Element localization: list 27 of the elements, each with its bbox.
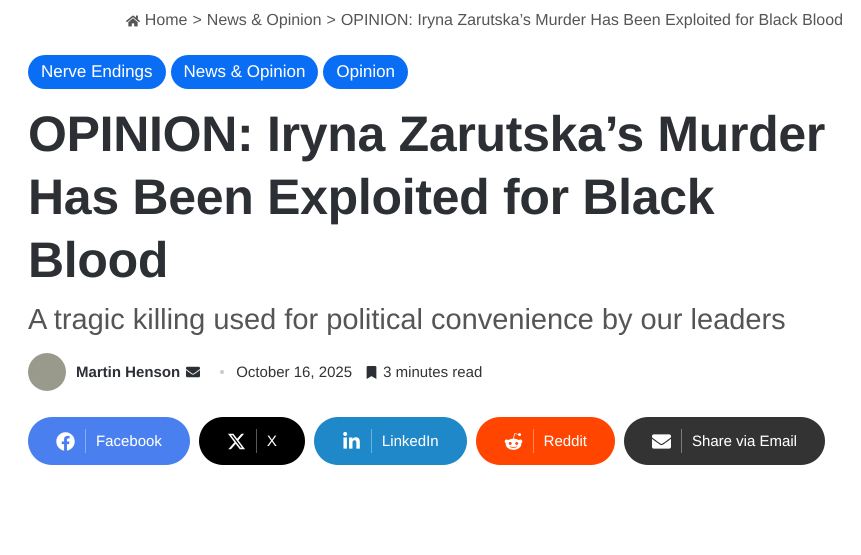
breadcrumb-separator: > bbox=[326, 12, 336, 30]
breadcrumb-link[interactable]: Home bbox=[144, 12, 188, 30]
category-tag[interactable]: Opinion bbox=[323, 55, 408, 89]
reddit-icon bbox=[504, 432, 523, 450]
facebook-icon bbox=[56, 432, 75, 450]
share-button[interactable]: X bbox=[198, 417, 305, 465]
author-name[interactable]: Martin Henson bbox=[76, 364, 180, 380]
envelope-icon bbox=[652, 432, 671, 450]
breadcrumb-link[interactable]: News & Opinion bbox=[206, 12, 322, 30]
article-title: OPINION: Iryna Zarutska’s Murder Has Been Exploited for Black Blood bbox=[28, 105, 826, 290]
share-button[interactable]: Facebook bbox=[28, 417, 190, 465]
author-avatar bbox=[28, 353, 66, 391]
envelope-icon[interactable] bbox=[186, 365, 200, 379]
share-button[interactable]: Reddit bbox=[476, 417, 615, 465]
linkedin-icon bbox=[342, 432, 361, 450]
breadcrumb-current: OPINION: Iryna Zarutska’s Murder Has Been Exploited for Black Blood bbox=[340, 12, 843, 30]
bookmark-icon bbox=[366, 366, 378, 378]
share-button[interactable]: LinkedIn bbox=[314, 417, 467, 465]
breadcrumb-separator: > bbox=[192, 12, 202, 30]
publish-date: October 16, 2025 bbox=[236, 364, 352, 380]
category-tag[interactable]: News & Opinion bbox=[170, 55, 318, 89]
home-icon bbox=[126, 14, 140, 28]
x-logo-icon bbox=[226, 432, 246, 450]
category-tag[interactable]: Nerve Endings bbox=[28, 55, 166, 89]
article-subtitle: A tragic killing used for political convenience by our leaders bbox=[28, 304, 787, 337]
share-button[interactable]: Share via Email bbox=[624, 417, 826, 465]
read-time: 3 minutes read bbox=[383, 364, 482, 380]
